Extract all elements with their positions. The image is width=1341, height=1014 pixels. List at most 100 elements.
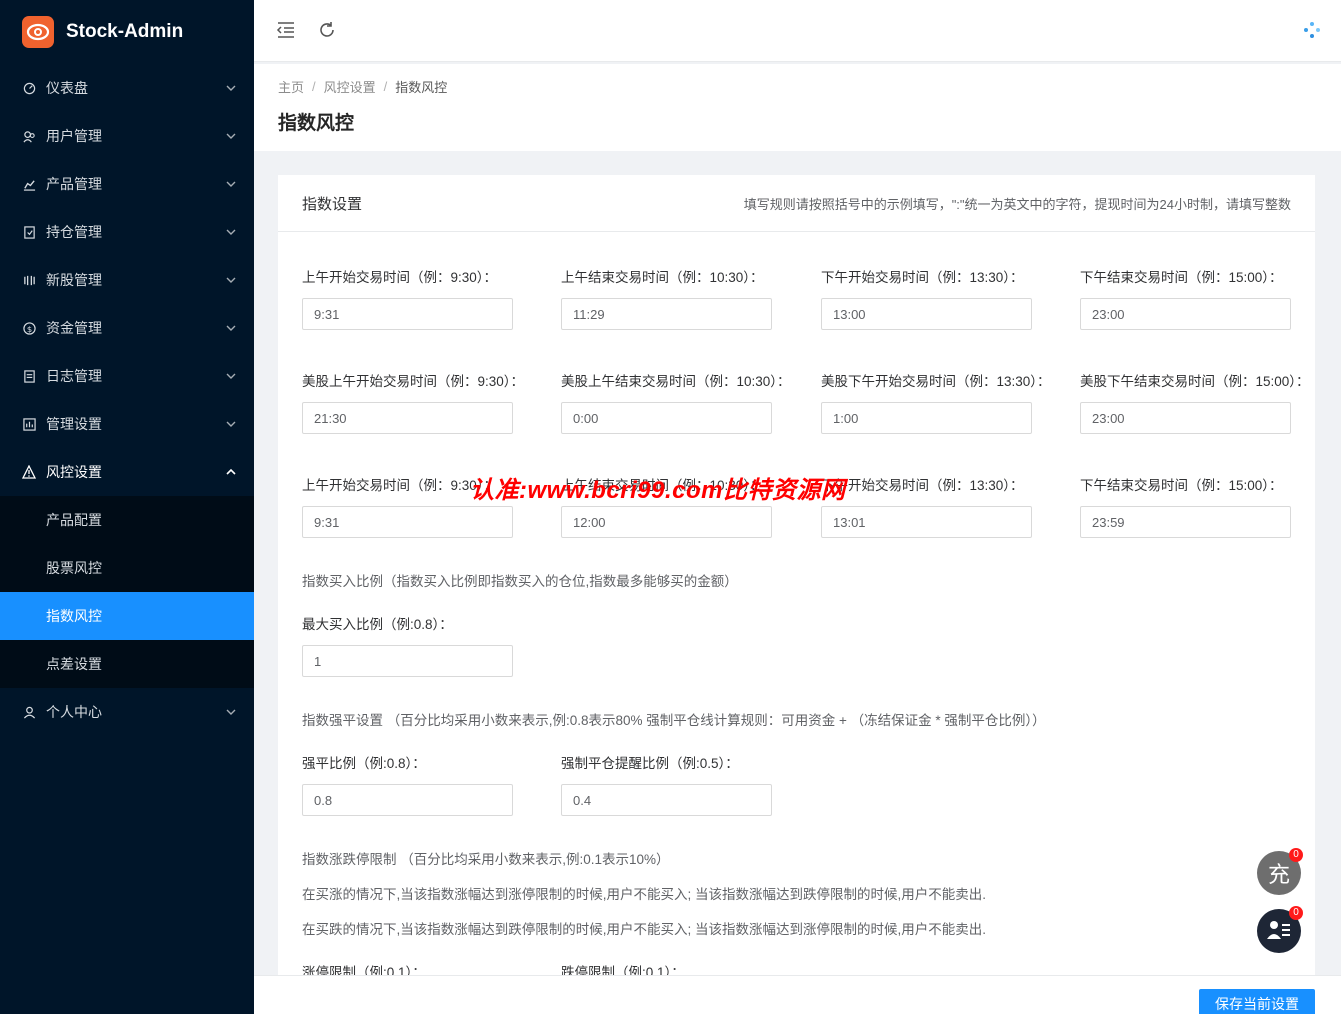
force-close-ratio-input[interactable]	[302, 784, 513, 816]
sidebar-item-logs[interactable]: 日志管理	[0, 352, 254, 400]
pm-start-label: 下午开始交易时间（例：13:30）：	[821, 270, 1024, 285]
menu-fold-icon[interactable]	[275, 19, 297, 41]
chevron-down-icon	[226, 275, 236, 285]
chevron-down-icon	[226, 419, 236, 429]
log-icon	[22, 369, 36, 383]
sidebar-item-products[interactable]: 产品管理	[0, 160, 254, 208]
sidebar-item-product-config[interactable]: 产品配置	[0, 496, 254, 544]
us-pm-end-label: 美股下午结束交易时间（例：15:00）：	[1080, 374, 1310, 389]
sidebar-item-label: 管理设置	[46, 416, 102, 432]
sidebar-item-users[interactable]: 用户管理	[0, 112, 254, 160]
sidebar-item-stock-risk[interactable]: 股票风控	[0, 544, 254, 592]
force-close-note: 指数强平设置 （百分比均采用小数来表示,例:0.8表示80% 强制平仓线计算规则…	[302, 713, 1046, 728]
sidebar-item-label: 产品管理	[46, 176, 102, 192]
settings-icon	[22, 417, 36, 431]
footer-bar: 保存当前设置	[254, 975, 1341, 1014]
sidebar-item-ipo[interactable]: 新股管理	[0, 256, 254, 304]
breadcrumb-current: 指数风控	[395, 80, 448, 95]
chevron-down-icon	[226, 371, 236, 381]
chat-button[interactable]: 0	[1257, 906, 1303, 953]
force-close-warn-label: 强制平仓提醒比例（例:0.5）：	[561, 756, 739, 771]
chevron-down-icon	[226, 83, 236, 93]
breadcrumb-parent[interactable]: 风控设置	[324, 77, 376, 96]
recharge-badge: 0	[1289, 848, 1303, 862]
sidebar-item-label: 风控设置	[46, 464, 102, 480]
am-start-input-2[interactable]	[302, 506, 513, 538]
chevron-down-icon	[226, 179, 236, 189]
sidebar-item-spread-settings[interactable]: 点差设置	[0, 640, 254, 688]
breadcrumb-separator: /	[383, 79, 388, 94]
sidebar-item-label: 持仓管理	[46, 224, 102, 240]
page-header: 主页 / 风控设置 / 指数风控 指数风控	[254, 64, 1341, 151]
force-close-ratio-label: 强平比例（例:0.8）：	[302, 756, 426, 771]
sidebar-item-dashboard[interactable]: 仪表盘	[0, 64, 254, 112]
pm-end-input-2[interactable]	[1080, 506, 1291, 538]
sidebar-item-funds[interactable]: $ 资金管理	[0, 304, 254, 352]
chevron-down-icon	[226, 131, 236, 141]
breadcrumb-separator: /	[312, 79, 316, 94]
max-buy-ratio-label: 最大买入比例（例:0.8）：	[302, 617, 453, 632]
user-icon	[22, 705, 36, 719]
sidebar-item-label: 资金管理	[46, 320, 102, 336]
us-pm-start-input[interactable]	[821, 402, 1032, 434]
chevron-up-icon	[226, 467, 236, 477]
refresh-icon[interactable]	[316, 19, 338, 41]
sidebar-item-profile[interactable]: 个人中心	[0, 688, 254, 736]
risk-submenu: 产品配置 股票风控 指数风控 点差设置	[0, 496, 254, 688]
us-am-start-input[interactable]	[302, 402, 513, 434]
us-pm-start-label: 美股下午开始交易时间（例：13:30）：	[821, 374, 1051, 389]
pm-end-input[interactable]	[1080, 298, 1291, 330]
svg-text:$: $	[26, 323, 31, 333]
am-start-input[interactable]	[302, 298, 513, 330]
breadcrumb: 主页 / 风控设置 / 指数风控	[278, 77, 1341, 96]
index-settings-card: 指数设置 填写规则请按照括号中的示例填写，":"统一为英文中的字符，提现时间为2…	[278, 175, 1315, 975]
sidebar-item-positions[interactable]: 持仓管理	[0, 208, 254, 256]
card-hint: 填写规则请按照括号中的示例填写，":"统一为英文中的字符，提现时间为24小时制，…	[743, 196, 1291, 212]
limit-up-label: 涨停限制（例:0.1）：	[302, 965, 426, 975]
dashboard-icon	[22, 81, 36, 95]
recharge-button[interactable]: 充 0	[1257, 848, 1303, 895]
sidebar-item-label: 用户管理	[46, 128, 102, 144]
save-settings-button[interactable]: 保存当前设置	[1199, 989, 1315, 1014]
sidebar-item-admin-settings[interactable]: 管理设置	[0, 400, 254, 448]
position-icon	[22, 225, 36, 239]
max-buy-ratio-input[interactable]	[302, 645, 513, 677]
chart-icon	[22, 177, 36, 191]
us-am-end-label: 美股上午结束交易时间（例：10:30）：	[561, 374, 791, 389]
sidebar-item-label: 日志管理	[46, 368, 102, 384]
buy-ratio-note: 指数买入比例（指数买入比例即指数买入的仓位,指数最多能够买的金额）	[302, 574, 738, 589]
app-title: Stock-Admin	[66, 21, 184, 42]
watermark-text: 认准:www.bcri99.com比特资源网	[470, 477, 846, 504]
pm-start-label-2: 下午开始交易时间（例：13:30）：	[821, 478, 1024, 493]
sidebar-item-label: 新股管理	[46, 272, 102, 288]
card-title: 指数设置	[302, 195, 363, 213]
settings-dots-icon[interactable]	[1303, 21, 1321, 39]
pm-start-input[interactable]	[821, 298, 1032, 330]
sidebar-item-risk-settings[interactable]: 风控设置	[0, 448, 254, 496]
limit-desc-long: 在买涨的情况下,当该指数涨幅达到涨停限制的时候,用户不能买入; 当该指数涨幅达到…	[302, 887, 987, 902]
card-header: 指数设置 填写规则请按照括号中的示例填写，":"统一为英文中的字符，提现时间为2…	[278, 175, 1315, 232]
am-start-label: 上午开始交易时间（例：9:30）：	[302, 270, 498, 285]
force-close-warn-input[interactable]	[561, 784, 772, 816]
chat-badge: 0	[1289, 906, 1303, 920]
limit-note: 指数涨跌停限制 （百分比均采用小数来表示,例:0.1表示10%）	[302, 852, 670, 867]
chevron-down-icon	[226, 323, 236, 333]
us-pm-end-input[interactable]	[1080, 402, 1291, 434]
pm-start-input-2[interactable]	[821, 506, 1032, 538]
am-end-input-2[interactable]	[561, 506, 772, 538]
am-end-input[interactable]	[561, 298, 772, 330]
chevron-down-icon	[226, 707, 236, 717]
am-end-label: 上午结束交易时间（例：10:30）：	[561, 270, 764, 285]
am-start-label-2: 上午开始交易时间（例：9:30）：	[302, 478, 498, 493]
money-icon: $	[22, 321, 36, 335]
breadcrumb-home[interactable]: 主页	[278, 77, 304, 96]
sidebar: Stock-Admin 仪表盘 用户管理 产品管理 持仓管理 新股管理 $ 资金…	[0, 0, 254, 1014]
us-am-start-label: 美股上午开始交易时间（例：9:30）：	[302, 374, 525, 389]
page-title: 指数风控	[278, 113, 355, 134]
us-am-end-input[interactable]	[561, 402, 772, 434]
users-icon	[22, 129, 36, 143]
sidebar-item-index-risk[interactable]: 指数风控	[0, 592, 254, 640]
logo[interactable]: Stock-Admin	[0, 0, 254, 64]
chevron-down-icon	[226, 227, 236, 237]
warning-icon	[22, 465, 36, 479]
